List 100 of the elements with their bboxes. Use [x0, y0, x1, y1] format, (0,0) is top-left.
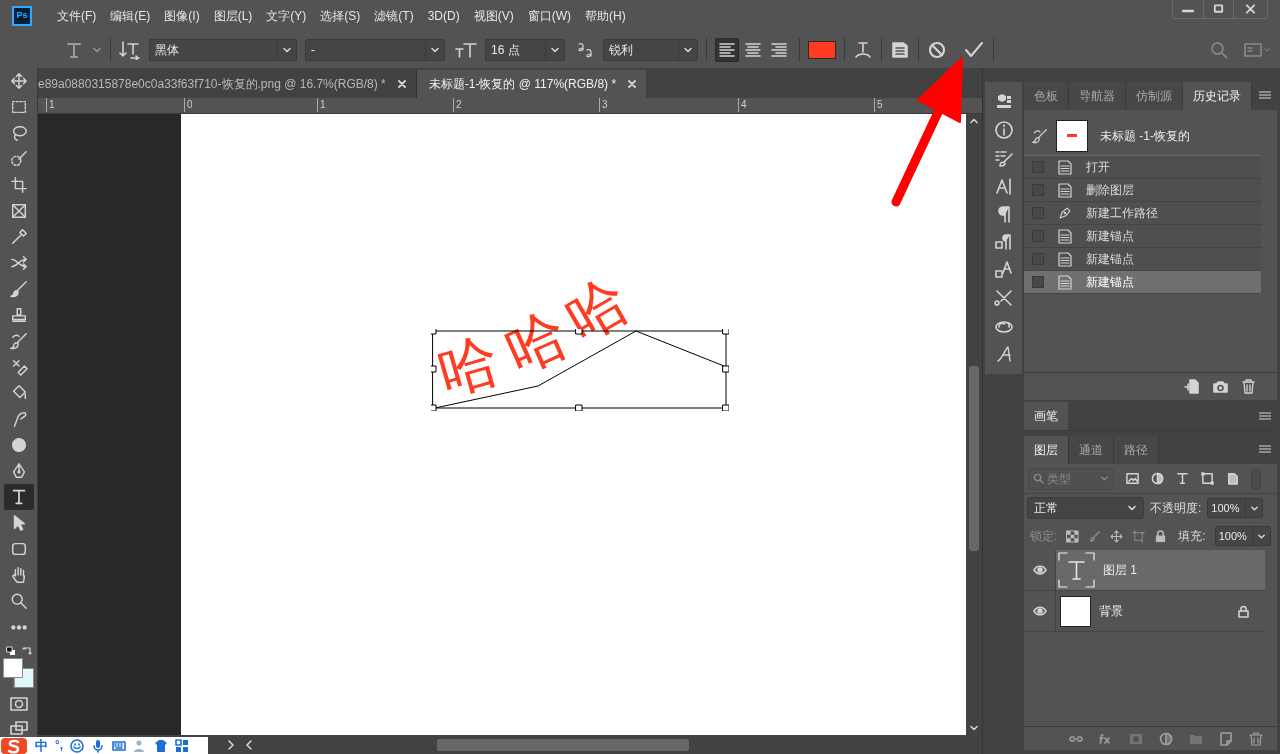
align-button[interactable]: [715, 38, 739, 62]
panel-tab[interactable]: 仿制源: [1126, 82, 1183, 110]
history-item[interactable]: 打开: [1024, 156, 1261, 179]
paragraph-style-icon[interactable]: [994, 232, 1014, 252]
chevron-up-icon[interactable]: [969, 116, 979, 126]
opacity-label: 不透明度:: [1150, 500, 1202, 517]
fill-field[interactable]: 100%: [1214, 526, 1271, 546]
menu-item[interactable]: 帮助(H): [578, 7, 633, 25]
snapshot-checkbox[interactable]: [1032, 276, 1044, 288]
microphone-icon[interactable]: [91, 738, 106, 753]
panel-tab[interactable]: 路径: [1114, 436, 1159, 464]
sogou-logo-icon[interactable]: [0, 737, 28, 754]
blend-mode-select[interactable]: 正常: [1027, 497, 1144, 519]
menu-item[interactable]: 文字(Y): [259, 7, 314, 25]
history-brush-icon: [1032, 127, 1048, 144]
history-item[interactable]: 新建工作路径: [1024, 202, 1261, 225]
menu-item[interactable]: 图像(I): [157, 7, 207, 25]
lock-icon[interactable]: [1154, 529, 1168, 543]
layer-row[interactable]: 图层 1: [1024, 550, 1265, 591]
brush-list-icon[interactable]: [994, 148, 1014, 168]
trash-icon[interactable]: [1241, 379, 1255, 394]
panel-tab[interactable]: 通道: [1069, 436, 1114, 464]
fill-label: 填充:: [1178, 528, 1206, 545]
shape-filter-icon[interactable]: [1201, 472, 1214, 485]
trash-icon[interactable]: [1248, 731, 1263, 746]
menu-icon[interactable]: [1258, 91, 1271, 101]
smiley-icon[interactable]: [70, 738, 85, 753]
menu-item[interactable]: 窗口(W): [520, 7, 578, 25]
chevron-down-icon: [1249, 503, 1259, 513]
menu-item[interactable]: 3D(D): [420, 7, 467, 25]
eye-icon[interactable]: [1032, 606, 1047, 616]
info-icon[interactable]: [994, 120, 1014, 140]
default-colors-icon[interactable]: [5, 646, 16, 656]
history-item[interactable]: 新建锚点: [1024, 271, 1261, 294]
history-item[interactable]: 新建锚点: [1024, 225, 1261, 248]
menu-item[interactable]: 视图(V): [466, 7, 521, 25]
layer-row[interactable]: 背景: [1024, 591, 1265, 632]
screen-mode-icon[interactable]: [9, 720, 28, 736]
tools-icon[interactable]: [994, 288, 1014, 308]
keyboard-icon[interactable]: [112, 738, 127, 753]
document-tab[interactable]: 未标题-1-恢复的 @ 117%(RGB/8) *: [416, 70, 647, 98]
history-item[interactable]: 新建锚点: [1024, 248, 1261, 271]
adjustment-icon[interactable]: [1158, 731, 1173, 746]
menu-item[interactable]: 图层(L): [206, 7, 260, 25]
smart-object-filter-icon[interactable]: [1226, 472, 1239, 485]
type-filter-icon[interactable]: [1176, 472, 1189, 485]
eye-icon[interactable]: [1032, 565, 1047, 575]
new-layer-icon[interactable]: [1218, 731, 1233, 746]
shirt-icon[interactable]: [154, 738, 169, 753]
fx-icon[interactable]: [1098, 731, 1113, 746]
panel-tab[interactable]: 色板: [1024, 82, 1069, 110]
chevron-left-icon[interactable]: [244, 738, 254, 751]
new-document-icon[interactable]: [1183, 379, 1199, 394]
lock-position-icon[interactable]: [1110, 529, 1124, 543]
color-swatches-drawing[interactable]: [3, 658, 34, 688]
lock-transparency-icon[interactable]: [1066, 529, 1080, 543]
input-mode-toggle[interactable]: 中: [35, 738, 48, 753]
type-tool-icon[interactable]: [64, 40, 84, 60]
menu-icon[interactable]: [1258, 411, 1271, 422]
vertical-scrollbar[interactable]: [966, 114, 982, 735]
character-style-icon[interactable]: [994, 260, 1014, 280]
document-tab[interactable]: e89a0880315878e0c0a33f63f710-恢复的.png @ 16.7%(RGB/8) *: [38, 70, 417, 98]
font-style-select[interactable]: -: [305, 39, 445, 61]
text-color-swatch[interactable]: [808, 41, 836, 59]
panel-tab[interactable]: 历史记录: [1183, 82, 1252, 110]
punctuation-toggle[interactable]: °,: [55, 738, 64, 753]
panel-tab[interactable]: 图层: [1024, 436, 1069, 464]
font-size-select[interactable]: 16 点: [485, 39, 565, 61]
grid-icon[interactable]: [175, 738, 190, 753]
app-logo: Ps: [12, 6, 32, 26]
adjustment-filter-icon[interactable]: [1151, 472, 1164, 485]
font-family-select[interactable]: 黑体: [149, 39, 297, 61]
quick-mask-icon[interactable]: [9, 696, 28, 712]
menu-item[interactable]: 选择(S): [313, 7, 368, 25]
chevron-right-icon[interactable]: [226, 738, 236, 751]
menu-item[interactable]: 滤镜(T): [367, 7, 421, 25]
history-item[interactable]: 删除图层: [1024, 179, 1261, 202]
commit-checkmark-icon[interactable]: [963, 40, 985, 60]
cancel-icon[interactable]: [927, 40, 947, 60]
image-filter-icon[interactable]: [1126, 472, 1139, 485]
text-orientation-icon[interactable]: [119, 40, 141, 60]
opacity-field[interactable]: 100%: [1207, 498, 1264, 518]
warp-text-icon[interactable]: [853, 40, 873, 60]
menu-item[interactable]: 文件(F): [50, 7, 104, 25]
chevron-down-icon[interactable]: [969, 723, 979, 733]
panel-icon[interactable]: [890, 40, 910, 60]
font-size-icon[interactable]: [455, 40, 477, 60]
panel-tab[interactable]: 画笔: [1024, 402, 1068, 430]
swap-colors-icon[interactable]: [21, 646, 32, 656]
camera-icon[interactable]: [1212, 379, 1228, 394]
character-icon[interactable]: [994, 176, 1014, 196]
antialias-icon[interactable]: [577, 42, 595, 58]
scrollbar-thumb[interactable]: [437, 738, 689, 751]
menu-item[interactable]: 编辑(E): [103, 7, 158, 25]
panel-tab[interactable]: 导航器: [1069, 82, 1126, 110]
scrollbar-thumb[interactable]: [969, 366, 979, 551]
tool-button[interactable]: [3, 484, 34, 510]
menu-icon[interactable]: [1258, 445, 1271, 455]
antialias-select[interactable]: 锐利: [603, 39, 698, 61]
chevron-down-icon: [683, 45, 693, 55]
